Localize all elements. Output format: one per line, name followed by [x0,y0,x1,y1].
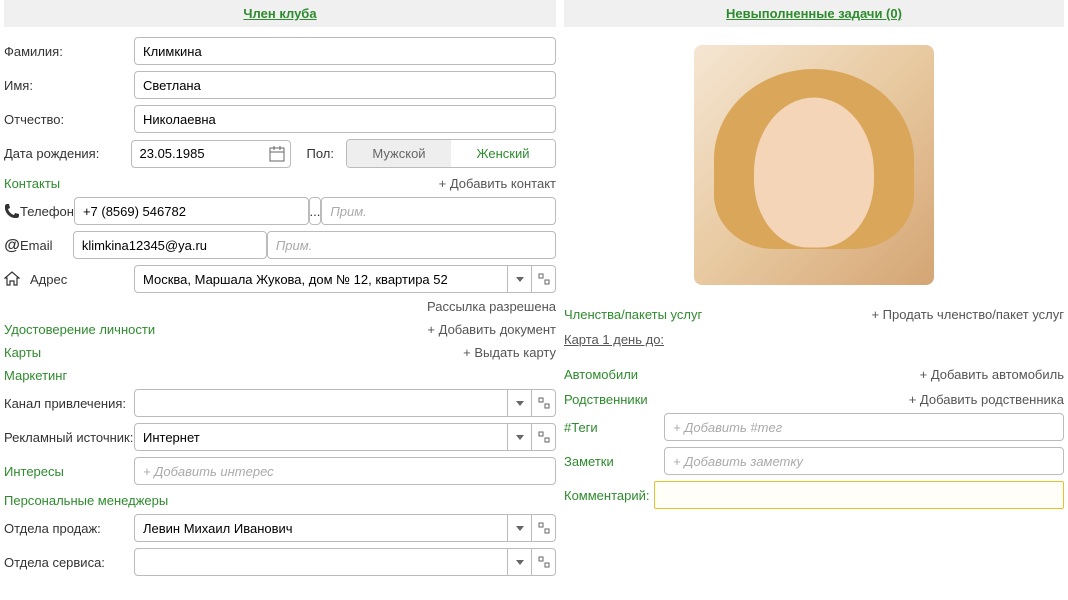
middlename-label: Отчество: [4,112,134,127]
adsource-label: Рекламный источник: [4,430,134,445]
calendar-icon[interactable] [269,146,285,162]
service-manager-input[interactable] [134,548,508,576]
add-car-link[interactable]: + Добавить автомобиль [920,367,1064,382]
managers-section-title: Персональные менеджеры [4,493,168,508]
channel-input[interactable] [134,389,508,417]
lastname-label: Фамилия: [4,44,134,59]
adsource-dropdown-button[interactable] [508,423,532,451]
add-relative-link[interactable]: + Добавить родственника [909,392,1064,407]
member-photo [694,45,934,285]
firstname-input[interactable] [134,71,556,99]
address-input[interactable] [134,265,508,293]
right-panel-header: Невыполненные задачи (0) [564,0,1064,27]
memberships-title: Членства/пакеты услуг [564,307,702,322]
middlename-input[interactable] [134,105,556,133]
dob-input[interactable] [131,140,291,168]
id-section-title: Удостоверение личности [4,322,155,337]
phone-more-button[interactable]: ... [309,197,322,225]
adsource-input[interactable] [134,423,508,451]
phone-icon [4,203,20,219]
gender-female-button[interactable]: Женский [451,140,555,167]
tasks-link[interactable]: Невыполненные задачи (0) [726,6,902,21]
phone-input[interactable] [74,197,309,225]
phone-label: Телефон [20,204,74,219]
contacts-section-title: Контакты [4,176,60,191]
channel-expand-button[interactable] [532,389,556,417]
cars-title: Автомобили [564,367,638,382]
club-member-link[interactable]: Член клуба [243,6,316,21]
channel-dropdown-button[interactable] [508,389,532,417]
adsource-expand-button[interactable] [532,423,556,451]
svg-text:@: @ [4,237,20,253]
notes-title: Заметки [564,454,656,469]
left-panel-header: Член клуба [4,0,556,27]
add-tag-input[interactable] [664,413,1064,441]
phone-note-input[interactable] [321,197,556,225]
home-icon [4,271,30,287]
gender-label: Пол: [307,146,335,161]
gender-toggle: Мужской Женский [346,139,556,168]
card-until-link[interactable]: Карта 1 день до: [564,332,664,347]
address-label: Адрес [30,272,134,287]
mailing-allowed-text: Рассылка разрешена [4,299,556,314]
address-expand-button[interactable] [532,265,556,293]
issue-card-link[interactable]: + Выдать карту [463,345,556,360]
service-manager-dropdown-button[interactable] [508,548,532,576]
lastname-input[interactable] [134,37,556,65]
dob-label: Дата рождения: [4,146,131,161]
email-input[interactable] [73,231,267,259]
sales-manager-dropdown-button[interactable] [508,514,532,542]
add-note-input[interactable] [664,447,1064,475]
relatives-title: Родственники [564,392,648,407]
comment-label: Комментарий: [564,488,650,503]
add-interest-input[interactable] [134,457,556,485]
service-manager-expand-button[interactable] [532,548,556,576]
add-contact-link[interactable]: + Добавить контакт [439,176,556,191]
photo-area[interactable] [564,37,1064,297]
sales-manager-input[interactable] [134,514,508,542]
gender-male-button[interactable]: Мужской [347,140,451,167]
service-manager-label: Отдела сервиса: [4,555,134,570]
address-dropdown-button[interactable] [508,265,532,293]
sell-membership-link[interactable]: + Продать членство/пакет услуг [871,307,1064,322]
channel-label: Канал привлечения: [4,396,134,411]
marketing-section-title: Маркетинг [4,368,67,383]
comment-input[interactable] [654,481,1065,509]
tags-title: #Теги [564,420,656,435]
add-document-link[interactable]: + Добавить документ [427,322,556,337]
email-note-input[interactable] [267,231,556,259]
interests-label: Интересы [4,464,134,479]
firstname-label: Имя: [4,78,134,93]
email-icon: @ [4,237,20,253]
cards-section-title: Карты [4,345,41,360]
sales-manager-label: Отдела продаж: [4,521,134,536]
email-label: Email [20,238,73,253]
sales-manager-expand-button[interactable] [532,514,556,542]
